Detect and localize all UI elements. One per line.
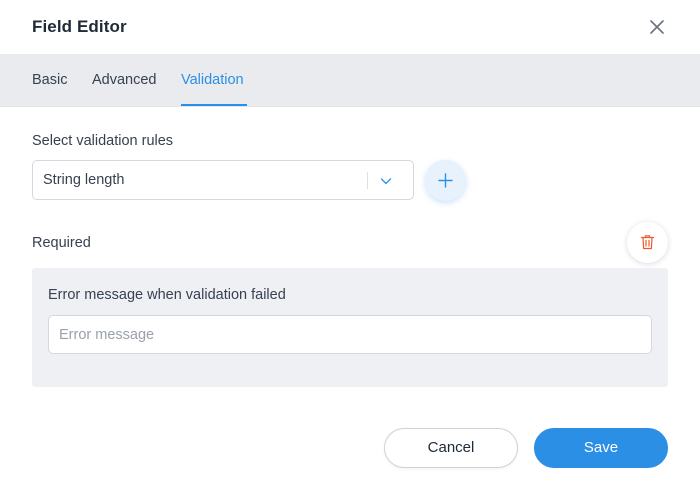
delete-rule-button[interactable] (627, 222, 668, 263)
error-message-panel: Error message when validation failed (32, 268, 668, 387)
validation-rule-select[interactable]: String length (32, 160, 414, 200)
close-button[interactable] (645, 15, 669, 39)
field-editor-dialog: Field Editor Basic Advanced Validation S… (0, 0, 700, 484)
chevron-down-icon (380, 178, 392, 185)
required-label: Required (32, 235, 91, 251)
add-rule-button[interactable] (425, 160, 466, 201)
close-icon (650, 20, 664, 34)
dialog-title: Field Editor (32, 17, 127, 36)
tab-advanced[interactable]: Advanced (92, 54, 157, 107)
error-message-label: Error message when validation failed (48, 287, 286, 303)
active-tab-indicator (181, 104, 247, 106)
dialog-header: Field Editor (0, 0, 700, 54)
selected-rule-value: String length (43, 172, 125, 188)
select-divider (367, 172, 368, 189)
plus-icon (438, 173, 453, 188)
tab-bar: Basic Advanced Validation (0, 54, 700, 107)
save-button[interactable]: Save (534, 428, 668, 468)
error-message-input[interactable] (48, 315, 652, 354)
cancel-button[interactable]: Cancel (384, 428, 518, 468)
tab-validation[interactable]: Validation (181, 54, 244, 107)
validation-rules-label: Select validation rules (32, 133, 174, 149)
tab-basic[interactable]: Basic (32, 54, 67, 107)
trash-icon (640, 235, 655, 250)
